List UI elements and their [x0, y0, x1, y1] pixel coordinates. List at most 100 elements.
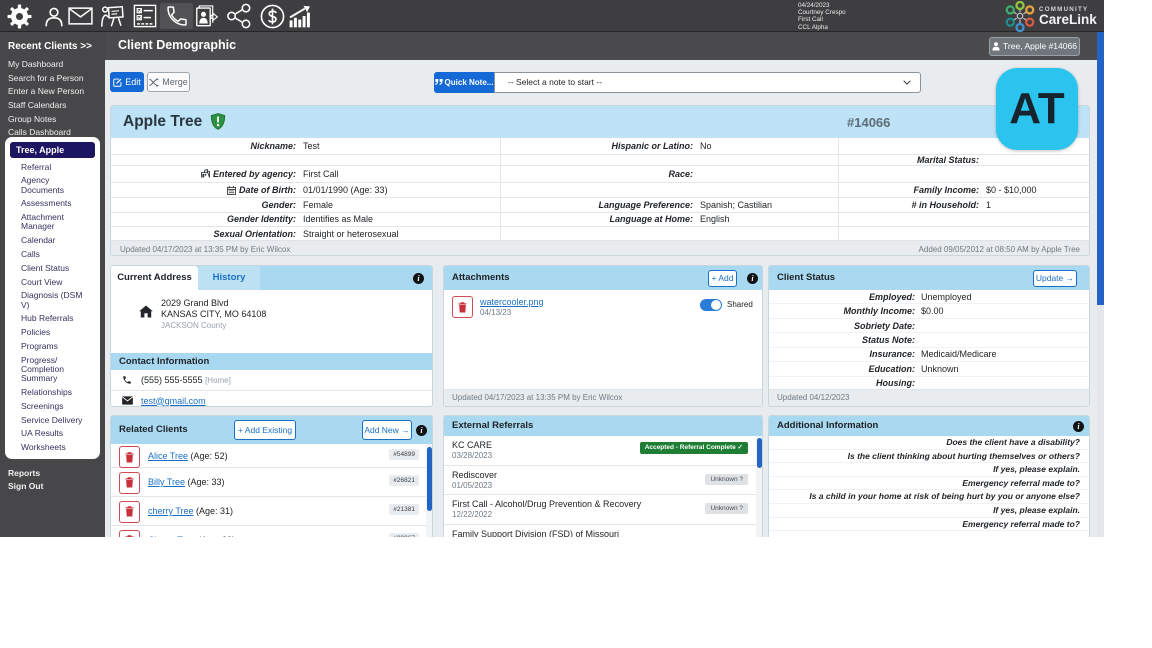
mail-icon[interactable] [67, 3, 93, 29]
sidebar-item-sign-out[interactable]: Sign Out [0, 482, 105, 491]
delete-attachment-button[interactable] [452, 296, 473, 318]
info-icon[interactable]: i [1073, 420, 1084, 432]
settings-gear-icon[interactable] [6, 3, 32, 29]
card-scrollbar-thumb[interactable] [426, 447, 432, 511]
menu-item-calendar[interactable]: Calendar [21, 235, 85, 245]
menu-item-service-delivery[interactable]: Service Delivery [21, 415, 85, 425]
selected-client-pill[interactable]: Tree, Apple [10, 142, 95, 158]
share-icon[interactable] [226, 3, 252, 29]
form-icon[interactable] [132, 3, 158, 29]
dollar-icon[interactable] [259, 3, 285, 29]
quick-note-select[interactable]: -- Select a note to start -- [494, 71, 921, 93]
menu-item-calls[interactable]: Calls [21, 249, 85, 259]
attachments-footer: Updated 04/17/2023 at 13:35 PM by Eric W… [444, 389, 762, 406]
table-row: Gender: Female Language Preference: Spanis… [111, 197, 1089, 212]
info-icon[interactable]: i [416, 424, 427, 436]
field-value: Medicaid/Medicare [921, 349, 997, 360]
client-chip-button[interactable]: Tree, Apple #14066 [989, 36, 1080, 56]
card-scrollbar[interactable] [756, 436, 762, 537]
carelink-logo: COMMUNITY CareLink [1005, 0, 1097, 32]
referral-card-icon[interactable] [193, 3, 219, 29]
field-label: Nickname: [250, 140, 296, 151]
field-value: $0 - $10,000 [986, 185, 1037, 195]
sidebar-item-group-notes[interactable]: Group Notes [0, 115, 105, 124]
add-existing-button[interactable]: + Add Existing [234, 420, 296, 440]
email-link[interactable]: test@gmail.com [141, 396, 206, 406]
menu-item-attachment-manager[interactable]: Attachment Manager [21, 212, 85, 231]
alert-shield-icon[interactable] [210, 113, 226, 130]
sidebar-item-calls-dashboard[interactable]: Calls Dashboard [0, 128, 105, 137]
menu-item-programs[interactable]: Programs [21, 341, 85, 351]
related-clients-header: Related Clients + Add Existing Add New →… [111, 416, 432, 444]
updated-stamp: Updated 04/17/2023 at 13:35 PM by Eric W… [120, 245, 291, 254]
question-row: Does the client have a disability? [769, 436, 1089, 450]
menu-item-referral[interactable]: Referral [21, 162, 85, 172]
sidebar-item-reports[interactable]: Reports [0, 468, 105, 478]
community-carelink-app: 04/24/2023 Courtney Crespo First Call CC… [0, 0, 1104, 537]
client-link[interactable]: cherry Tree [148, 506, 194, 516]
menu-item-agency-documents[interactable]: Agency Documents [21, 176, 85, 195]
menu-item-policies[interactable]: Policies [21, 327, 85, 337]
menu-item-client-status[interactable]: Client Status [21, 263, 85, 273]
delete-related-button[interactable] [119, 529, 140, 537]
menu-item-diagnosis-dsm-v[interactable]: Diagnosis (DSM V) [21, 291, 85, 310]
sidebar-item-staff-calendars[interactable]: Staff Calendars [0, 101, 105, 110]
menu-item-court-view[interactable]: Court View [21, 277, 85, 287]
referral-row: Rediscover 01/05/2023 Unknown ? [444, 466, 762, 495]
referral-date: 12/22/2022 [452, 510, 493, 519]
phone-icon[interactable] [160, 3, 193, 29]
referral-name: Rediscover [452, 469, 498, 480]
recent-clients-header[interactable]: Recent Clients >> [0, 32, 105, 60]
shared-toggle[interactable] [700, 299, 722, 311]
tab-history[interactable]: History [198, 266, 260, 290]
field-value: Female [303, 199, 334, 210]
demographics-table: Nickname: Test Hispanic or Latino: No Mari… [111, 138, 1089, 240]
card-scrollbar-thumb[interactable] [756, 438, 762, 468]
add-new-button[interactable]: Add New → [362, 420, 412, 440]
page-scrollbar[interactable] [1097, 32, 1104, 537]
add-attachment-button[interactable]: + Add [708, 269, 737, 287]
chart-icon[interactable] [287, 3, 313, 29]
page-scrollbar-thumb[interactable] [1097, 32, 1104, 305]
client-link[interactable]: Billy Tree [148, 477, 185, 487]
current-address-card: Current Address History i 2029 Grand Blv… [110, 265, 433, 407]
topbar: 04/24/2023 Courtney Crespo First Call CC… [0, 0, 1104, 32]
attachment-file-link[interactable]: watercooler.png [480, 297, 544, 307]
menu-item-hub-referrals[interactable]: Hub Referrals [21, 314, 85, 323]
demographics-footer: Updated 04/17/2023 at 13:35 PM by Eric W… [111, 240, 1089, 255]
sidebar-item-my-dashboard[interactable]: My Dashboard [0, 60, 105, 69]
person-icon[interactable] [41, 3, 67, 29]
referral-status-badge[interactable]: Unknown ? [705, 473, 748, 485]
attachments-header: Attachments + Add i [444, 266, 762, 290]
card-scrollbar[interactable] [426, 444, 432, 537]
presentation-icon[interactable] [99, 3, 125, 29]
attachment-date: 04/13/23 [480, 308, 512, 317]
menu-item-screenings[interactable]: Screenings [21, 401, 85, 411]
client-link[interactable]: Alice Tree [148, 451, 188, 461]
field-label: Hispanic or Latino: [611, 140, 693, 151]
client-id-badge: #21381 [389, 504, 419, 515]
info-icon[interactable]: i [413, 272, 424, 284]
menu-item-worksheets[interactable]: Worksheets [21, 442, 85, 452]
menu-item-ua-results[interactable]: UA Results [21, 429, 85, 438]
sidebar-item-enter-a-new-person[interactable]: Enter a New Person [0, 87, 105, 96]
update-status-button[interactable]: Update → [1033, 269, 1077, 287]
sidebar-item-search-for-a-person[interactable]: Search for a Person [0, 74, 105, 83]
menu-item-assessments[interactable]: Assessments [21, 199, 85, 208]
merge-button[interactable]: Merge [147, 72, 190, 92]
tab-current-address[interactable]: Current Address [111, 266, 198, 290]
delete-related-button[interactable] [119, 500, 140, 523]
field-label: Sexual Orientation: [213, 228, 296, 239]
info-icon[interactable]: i [747, 272, 758, 284]
phone-small-icon [121, 375, 133, 385]
trash-icon [125, 451, 134, 462]
edit-button[interactable]: Edit [110, 72, 144, 92]
referral-status-badge[interactable]: Unknown ? [705, 503, 748, 514]
delete-related-button[interactable] [119, 446, 140, 468]
merge-button-label: Merge [162, 77, 188, 87]
email-row: test@gmail.com [111, 391, 432, 406]
client-link[interactable]: Cherry Tree [148, 535, 196, 537]
delete-related-button[interactable] [119, 471, 140, 494]
menu-item-progress-completion-summary[interactable]: Progress/ Completion Summary [21, 355, 85, 384]
menu-item-relationships[interactable]: Relationships [21, 387, 85, 397]
